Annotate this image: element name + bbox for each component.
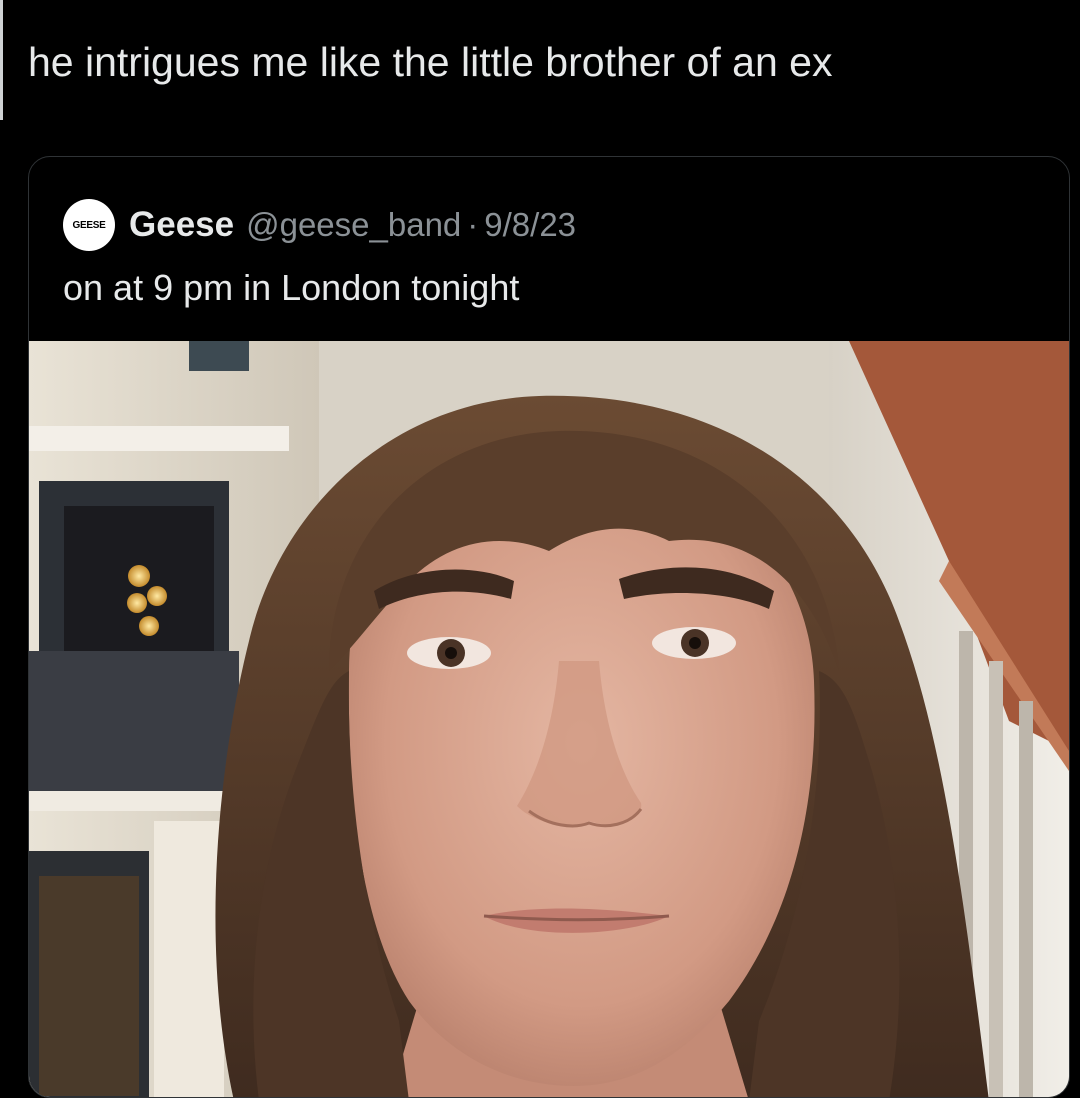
avatar[interactable]: GEESE xyxy=(63,199,115,251)
quoted-tweet-card[interactable]: GEESE Geese @geese_band · 9/8/23 on at 9… xyxy=(28,156,1070,1098)
separator-dot: · xyxy=(467,206,479,243)
timestamp[interactable]: 9/8/23 xyxy=(484,206,576,244)
avatar-logo-text: GEESE xyxy=(72,219,106,231)
handle[interactable]: @geese_band xyxy=(246,206,461,244)
reply-thread-line xyxy=(0,0,3,120)
selfie-photo-icon xyxy=(29,341,1069,1097)
tweet-photo[interactable] xyxy=(29,341,1069,1097)
display-name[interactable]: Geese xyxy=(129,205,234,245)
quoted-tweet-text: on at 9 pm in London tonight xyxy=(63,267,520,308)
quoted-tweet-header: GEESE Geese @geese_band · 9/8/23 xyxy=(63,199,576,251)
tweet-text: he intrigues me like the little brother … xyxy=(28,39,833,85)
